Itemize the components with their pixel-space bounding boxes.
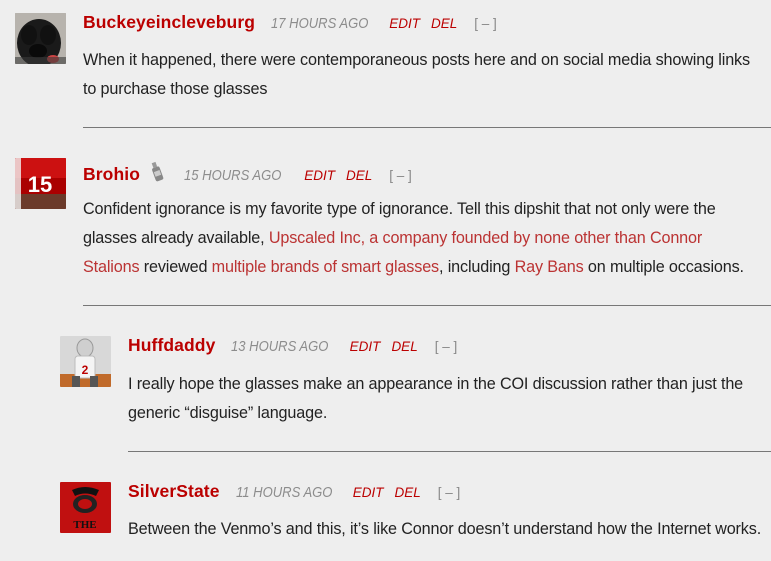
avatar[interactable]: 15 — [15, 158, 66, 209]
divider — [83, 127, 771, 128]
collapse-toggle[interactable]: [ – ] — [474, 16, 497, 31]
delete-button[interactable]: DEL — [431, 16, 457, 31]
bottle-icon — [150, 158, 164, 182]
author-name[interactable]: Huffdaddy — [128, 335, 215, 356]
edit-button[interactable]: EDIT — [353, 485, 384, 500]
ray-bans-link[interactable]: Ray Bans — [515, 258, 584, 276]
comment-timestamp: 11 HOURS AGO — [235, 485, 333, 501]
edit-button[interactable]: EDIT — [389, 16, 420, 31]
jersey-number: 15 — [28, 172, 52, 197]
avatar-logo-text: THE — [73, 519, 96, 531]
comment-timestamp: 15 HOURS AGO — [183, 168, 282, 184]
author-name[interactable]: Brohio — [83, 164, 140, 185]
divider — [128, 451, 771, 452]
comment-timestamp: 17 HOURS AGO — [271, 16, 369, 32]
comment-text: Between the Venmo’s and this, it’s like … — [128, 520, 762, 538]
logo-avatar-image: THE — [60, 482, 111, 533]
avatar[interactable]: THE — [60, 482, 111, 533]
edit-button[interactable]: EDIT — [350, 339, 381, 354]
comment-text: When it happened, there were contemporan… — [83, 51, 750, 98]
avatar[interactable] — [15, 13, 66, 64]
delete-button[interactable]: DEL — [391, 339, 417, 354]
comment-text-part: on multiple occasions. — [583, 258, 744, 276]
delete-button[interactable]: DEL — [346, 168, 372, 183]
author-name[interactable]: Buckeyeincleveburg — [83, 12, 255, 33]
collapse-toggle[interactable]: [ – ] — [435, 339, 458, 354]
comment-timestamp: 13 HOURS AGO — [231, 339, 329, 355]
comment-text: Confident ignorance is my favorite type … — [83, 195, 753, 282]
delete-button[interactable]: DEL — [395, 485, 421, 500]
dog-avatar-image — [15, 13, 66, 64]
comment-text-part: reviewed — [139, 258, 212, 276]
comment-text: I really hope the glasses make an appear… — [128, 375, 744, 422]
comment-text-part: , including — [439, 258, 515, 276]
collapse-toggle[interactable]: [ – ] — [389, 168, 412, 183]
author-name[interactable]: SilverState — [128, 481, 220, 502]
jersey-avatar-image: 15 — [15, 158, 66, 209]
edit-button[interactable]: EDIT — [304, 168, 335, 183]
svg-text:2: 2 — [82, 363, 89, 377]
player-avatar-image: 2 — [60, 336, 111, 387]
divider — [83, 305, 771, 306]
avatar[interactable]: 2 — [60, 336, 111, 387]
smart-glasses-link[interactable]: multiple brands of smart glasses — [212, 258, 439, 276]
collapse-toggle[interactable]: [ – ] — [438, 485, 461, 500]
